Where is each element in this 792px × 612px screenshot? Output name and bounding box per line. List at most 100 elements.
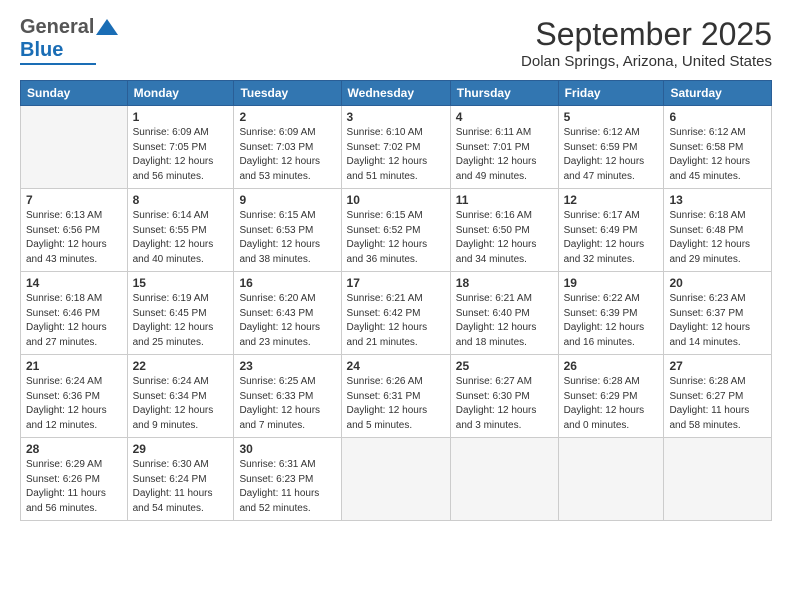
day-cell: 23Sunrise: 6:25 AMSunset: 6:33 PMDayligh… [234, 355, 341, 438]
logo-icon [96, 17, 118, 39]
day-cell: 26 Sunrise: 6:28 AMSunset: 6:29 PMDayligh… [558, 355, 664, 438]
day-number: 11 [456, 193, 553, 207]
day-cell: 13 Sunrise: 6:18 AMSunset: 6:48 PMDayligh… [664, 189, 772, 272]
day-cell: 15 Sunrise: 6:19 AMSunset: 6:45 PMDayligh… [127, 272, 234, 355]
day-cell: 5Sunrise: 6:12 AMSunset: 6:59 PMDaylight… [558, 106, 664, 189]
header-row: SundayMondayTuesdayWednesdayThursdayFrid… [21, 81, 772, 106]
day-cell: 7 Sunrise: 6:13 AMSunset: 6:56 PMDaylight… [21, 189, 128, 272]
day-cell [558, 438, 664, 521]
day-info: Sunrise: 6:12 AMSunset: 6:58 PMDaylight:… [669, 126, 766, 184]
day-cell [450, 438, 558, 521]
day-info: Sunrise: 6:15 AMSunset: 6:53 PMDaylight:… [239, 209, 335, 267]
day-cell: 20 Sunrise: 6:23 AMSunset: 6:37 PMDayligh… [664, 272, 772, 355]
day-info: Sunrise: 6:18 AMSunset: 6:46 PMDaylight:… [26, 292, 122, 350]
day-number: 29 [133, 442, 229, 456]
day-number: 13 [669, 193, 766, 207]
day-number: 15 [133, 276, 229, 290]
day-info: Sunrise: 6:19 AMSunset: 6:45 PMDaylight:… [133, 292, 229, 350]
day-cell: 18Sunrise: 6:21 AMSunset: 6:40 PMDayligh… [450, 272, 558, 355]
day-cell: 8Sunrise: 6:14 AMSunset: 6:55 PMDaylight… [127, 189, 234, 272]
col-header-sunday: Sunday [21, 81, 128, 106]
day-cell [341, 438, 450, 521]
calendar-table: SundayMondayTuesdayWednesdayThursdayFrid… [20, 80, 772, 521]
day-info: Sunrise: 6:11 AMSunset: 7:01 PMDaylight:… [456, 126, 553, 184]
day-cell: 16 Sunrise: 6:20 AMSunset: 6:43 PMDayligh… [234, 272, 341, 355]
day-info: Sunrise: 6:18 AMSunset: 6:48 PMDaylight:… [669, 209, 766, 267]
day-info: Sunrise: 6:30 AMSunset: 6:24 PMDaylight:… [133, 458, 229, 516]
day-info: Sunrise: 6:28 AMSunset: 6:27 PMDaylight:… [669, 375, 766, 433]
day-cell: 10Sunrise: 6:15 AMSunset: 6:52 PMDayligh… [341, 189, 450, 272]
day-number: 30 [239, 442, 335, 456]
day-info: Sunrise: 6:27 AMSunset: 6:30 PMDaylight:… [456, 375, 553, 433]
day-info: Sunrise: 6:16 AMSunset: 6:50 PMDaylight:… [456, 209, 553, 267]
day-info: Sunrise: 6:31 AMSunset: 6:23 PMDaylight:… [239, 458, 335, 516]
day-info: Sunrise: 6:13 AMSunset: 6:56 PMDaylight:… [26, 209, 122, 267]
day-cell [664, 438, 772, 521]
week-row-1: 1 Sunrise: 6:09 AMSunset: 7:05 PMDaylight… [21, 106, 772, 189]
day-cell: 29 Sunrise: 6:30 AMSunset: 6:24 PMDayligh… [127, 438, 234, 521]
day-info: Sunrise: 6:23 AMSunset: 6:37 PMDaylight:… [669, 292, 766, 350]
day-cell: 1 Sunrise: 6:09 AMSunset: 7:05 PMDaylight… [127, 106, 234, 189]
day-cell: 30 Sunrise: 6:31 AMSunset: 6:23 PMDayligh… [234, 438, 341, 521]
day-info: Sunrise: 6:14 AMSunset: 6:55 PMDaylight:… [133, 209, 229, 267]
day-number: 21 [26, 359, 122, 373]
col-header-friday: Friday [558, 81, 664, 106]
col-header-thursday: Thursday [450, 81, 558, 106]
day-cell: 14Sunrise: 6:18 AMSunset: 6:46 PMDayligh… [21, 272, 128, 355]
day-cell: 6 Sunrise: 6:12 AMSunset: 6:58 PMDaylight… [664, 106, 772, 189]
page: General Blue September 2025 Dolan Spring… [0, 0, 792, 612]
day-number: 24 [347, 359, 445, 373]
day-info: Sunrise: 6:12 AMSunset: 6:59 PMDaylight:… [564, 126, 659, 184]
day-cell: 17 Sunrise: 6:21 AMSunset: 6:42 PMDayligh… [341, 272, 450, 355]
day-info: Sunrise: 6:21 AMSunset: 6:42 PMDaylight:… [347, 292, 445, 350]
day-info: Sunrise: 6:21 AMSunset: 6:40 PMDaylight:… [456, 292, 553, 350]
day-number: 16 [239, 276, 335, 290]
day-number: 28 [26, 442, 122, 456]
day-info: Sunrise: 6:28 AMSunset: 6:29 PMDaylight:… [564, 375, 659, 433]
col-header-wednesday: Wednesday [341, 81, 450, 106]
day-cell: 25 Sunrise: 6:27 AMSunset: 6:30 PMDayligh… [450, 355, 558, 438]
day-number: 3 [347, 110, 445, 124]
day-number: 7 [26, 193, 122, 207]
day-info: Sunrise: 6:20 AMSunset: 6:43 PMDaylight:… [239, 292, 335, 350]
day-info: Sunrise: 6:24 AMSunset: 6:36 PMDaylight:… [26, 375, 122, 433]
col-header-tuesday: Tuesday [234, 81, 341, 106]
day-number: 6 [669, 110, 766, 124]
day-info: Sunrise: 6:09 AMSunset: 7:05 PMDaylight:… [133, 126, 229, 184]
day-cell: 12Sunrise: 6:17 AMSunset: 6:49 PMDayligh… [558, 189, 664, 272]
day-number: 22 [133, 359, 229, 373]
week-row-2: 7 Sunrise: 6:13 AMSunset: 6:56 PMDaylight… [21, 189, 772, 272]
day-cell: 19Sunrise: 6:22 AMSunset: 6:39 PMDayligh… [558, 272, 664, 355]
header: General Blue September 2025 Dolan Spring… [20, 16, 772, 70]
day-number: 20 [669, 276, 766, 290]
logo-blue-text: Blue [20, 39, 63, 62]
day-number: 19 [564, 276, 659, 290]
day-number: 2 [239, 110, 335, 124]
week-row-3: 14Sunrise: 6:18 AMSunset: 6:46 PMDayligh… [21, 272, 772, 355]
week-row-5: 28 Sunrise: 6:29 AMSunset: 6:26 PMDayligh… [21, 438, 772, 521]
day-number: 27 [669, 359, 766, 373]
day-number: 9 [239, 193, 335, 207]
day-cell: 4 Sunrise: 6:11 AMSunset: 7:01 PMDaylight… [450, 106, 558, 189]
day-number: 1 [133, 110, 229, 124]
day-cell: 9 Sunrise: 6:15 AMSunset: 6:53 PMDaylight… [234, 189, 341, 272]
title-block: September 2025 Dolan Springs, Arizona, U… [521, 16, 772, 70]
day-number: 17 [347, 276, 445, 290]
day-info: Sunrise: 6:10 AMSunset: 7:02 PMDaylight:… [347, 126, 445, 184]
day-number: 26 [564, 359, 659, 373]
day-cell: 22Sunrise: 6:24 AMSunset: 6:34 PMDayligh… [127, 355, 234, 438]
day-number: 25 [456, 359, 553, 373]
logo-general-text: General [20, 16, 94, 39]
logo: General Blue [20, 16, 120, 65]
week-row-4: 21 Sunrise: 6:24 AMSunset: 6:36 PMDayligh… [21, 355, 772, 438]
day-number: 10 [347, 193, 445, 207]
day-cell: 28 Sunrise: 6:29 AMSunset: 6:26 PMDayligh… [21, 438, 128, 521]
location: Dolan Springs, Arizona, United States [521, 53, 772, 70]
day-number: 4 [456, 110, 553, 124]
day-info: Sunrise: 6:29 AMSunset: 6:26 PMDaylight:… [26, 458, 122, 516]
month-title: September 2025 [521, 16, 772, 53]
col-header-saturday: Saturday [664, 81, 772, 106]
day-cell: 3 Sunrise: 6:10 AMSunset: 7:02 PMDaylight… [341, 106, 450, 189]
day-cell [21, 106, 128, 189]
day-number: 23 [239, 359, 335, 373]
